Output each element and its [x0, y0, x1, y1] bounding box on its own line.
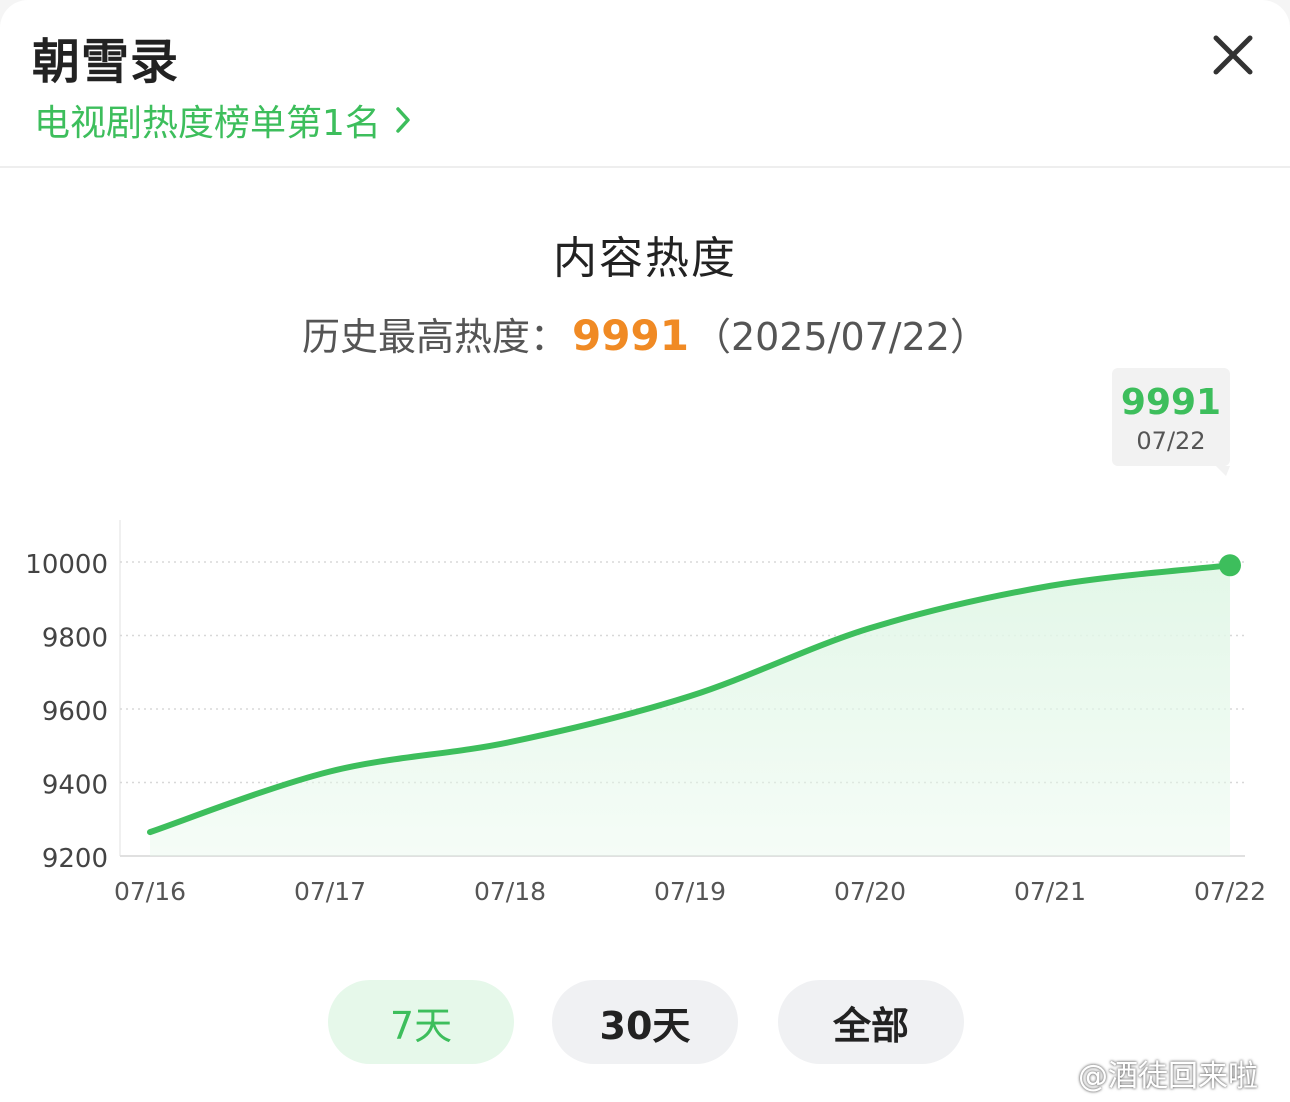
weibo-icon — [1029, 1057, 1070, 1091]
bottom-sheet: 朝雪录 电视剧热度榜单第1名 内容热度 历史最高热度：9991 （2025/07/… — [0, 0, 1290, 1102]
peak-label: 历史最高热度： — [302, 315, 569, 359]
range-7d-button[interactable]: 7天 — [328, 980, 514, 1064]
heat-title: 内容热度 — [553, 233, 737, 284]
chart-tooltip: 9991 07/22 — [1112, 368, 1230, 476]
range-30d-button[interactable]: 30天 — [552, 980, 738, 1064]
drama-title: 朝雪录 — [32, 34, 180, 90]
peak-date: （2025/07/22） — [692, 315, 988, 359]
x-tick-label: 07/22 — [1194, 877, 1266, 906]
tooltip-date: 07/22 — [1136, 427, 1206, 455]
x-tick-label: 07/16 — [114, 877, 186, 906]
peak-value: 9991 — [572, 311, 689, 360]
chevron-right-icon — [396, 107, 410, 133]
y-tick-label: 9200 — [42, 844, 108, 874]
watermark: @酒徒回来啦 — [1028, 1048, 1258, 1098]
series-area — [150, 565, 1230, 856]
x-tick-label: 07/21 — [1014, 877, 1086, 906]
x-tick-label: 07/19 — [654, 877, 726, 906]
y-tick-label: 9600 — [42, 697, 108, 727]
y-tick-label: 9400 — [42, 771, 108, 801]
header: 朝雪录 电视剧热度榜单第1名 — [0, 0, 1290, 168]
close-icon[interactable] — [1206, 28, 1260, 82]
highlight-point — [1219, 554, 1241, 577]
rank-link[interactable]: 电视剧热度榜单第1名 — [34, 94, 411, 146]
tooltip-value: 9991 — [1120, 382, 1222, 423]
y-tick-label: 9800 — [42, 624, 108, 654]
x-tick-label: 07/18 — [474, 877, 546, 906]
x-tick-label: 07/20 — [834, 877, 906, 906]
heat-chart[interactable]: 9200 9400 9600 9800 10000 07/16 07/17 07/18 07/1… — [0, 500, 1290, 920]
x-tick-label: 07/17 — [294, 877, 366, 906]
range-all-button[interactable]: 全部 — [778, 980, 964, 1064]
rank-link-label: 电视剧热度榜单第1名 — [34, 103, 381, 144]
watermark-text: @酒徒回来啦 — [1078, 1059, 1258, 1094]
peak-summary: 历史最高热度：9991 （2025/07/22） — [0, 306, 1290, 361]
y-tick-label: 10000 — [25, 550, 108, 580]
